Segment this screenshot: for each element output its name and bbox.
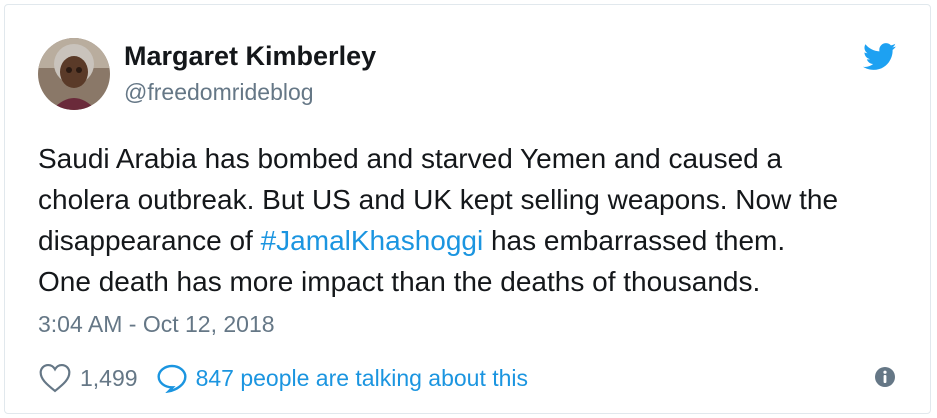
tweet-text-line: cholera outbreak. But US and UK kept sel… bbox=[38, 184, 839, 215]
author-name[interactable]: Margaret Kimberley bbox=[124, 41, 376, 72]
info-icon[interactable] bbox=[874, 366, 896, 388]
tweet-text-line: disappearance of #JamalKhashoggi has emb… bbox=[38, 225, 786, 256]
tweet-actions: 1,499 847 people are talking about this bbox=[38, 361, 528, 395]
heart-icon[interactable] bbox=[38, 363, 72, 393]
hashtag-link[interactable]: #JamalKhashoggi bbox=[261, 225, 484, 256]
tweet-text: Saudi Arabia has bombed and starved Yeme… bbox=[38, 138, 918, 302]
like-count[interactable]: 1,499 bbox=[80, 365, 138, 392]
talking-about-link[interactable]: 847 people are talking about this bbox=[196, 365, 528, 392]
author-handle[interactable]: @freedomrideblog bbox=[124, 79, 314, 106]
tweet-timestamp[interactable]: 3:04 AM - Oct 12, 2018 bbox=[38, 311, 275, 338]
speech-bubble-icon[interactable] bbox=[156, 363, 188, 393]
tweet-text-line: Saudi Arabia has bombed and starved Yeme… bbox=[38, 143, 783, 174]
embedded-tweet-card: Margaret Kimberley @freedomrideblog Saud… bbox=[4, 4, 931, 414]
avatar[interactable] bbox=[38, 38, 110, 110]
tweet-text-line: One death has more impact than the death… bbox=[38, 266, 761, 297]
twitter-bird-icon[interactable] bbox=[863, 43, 897, 71]
